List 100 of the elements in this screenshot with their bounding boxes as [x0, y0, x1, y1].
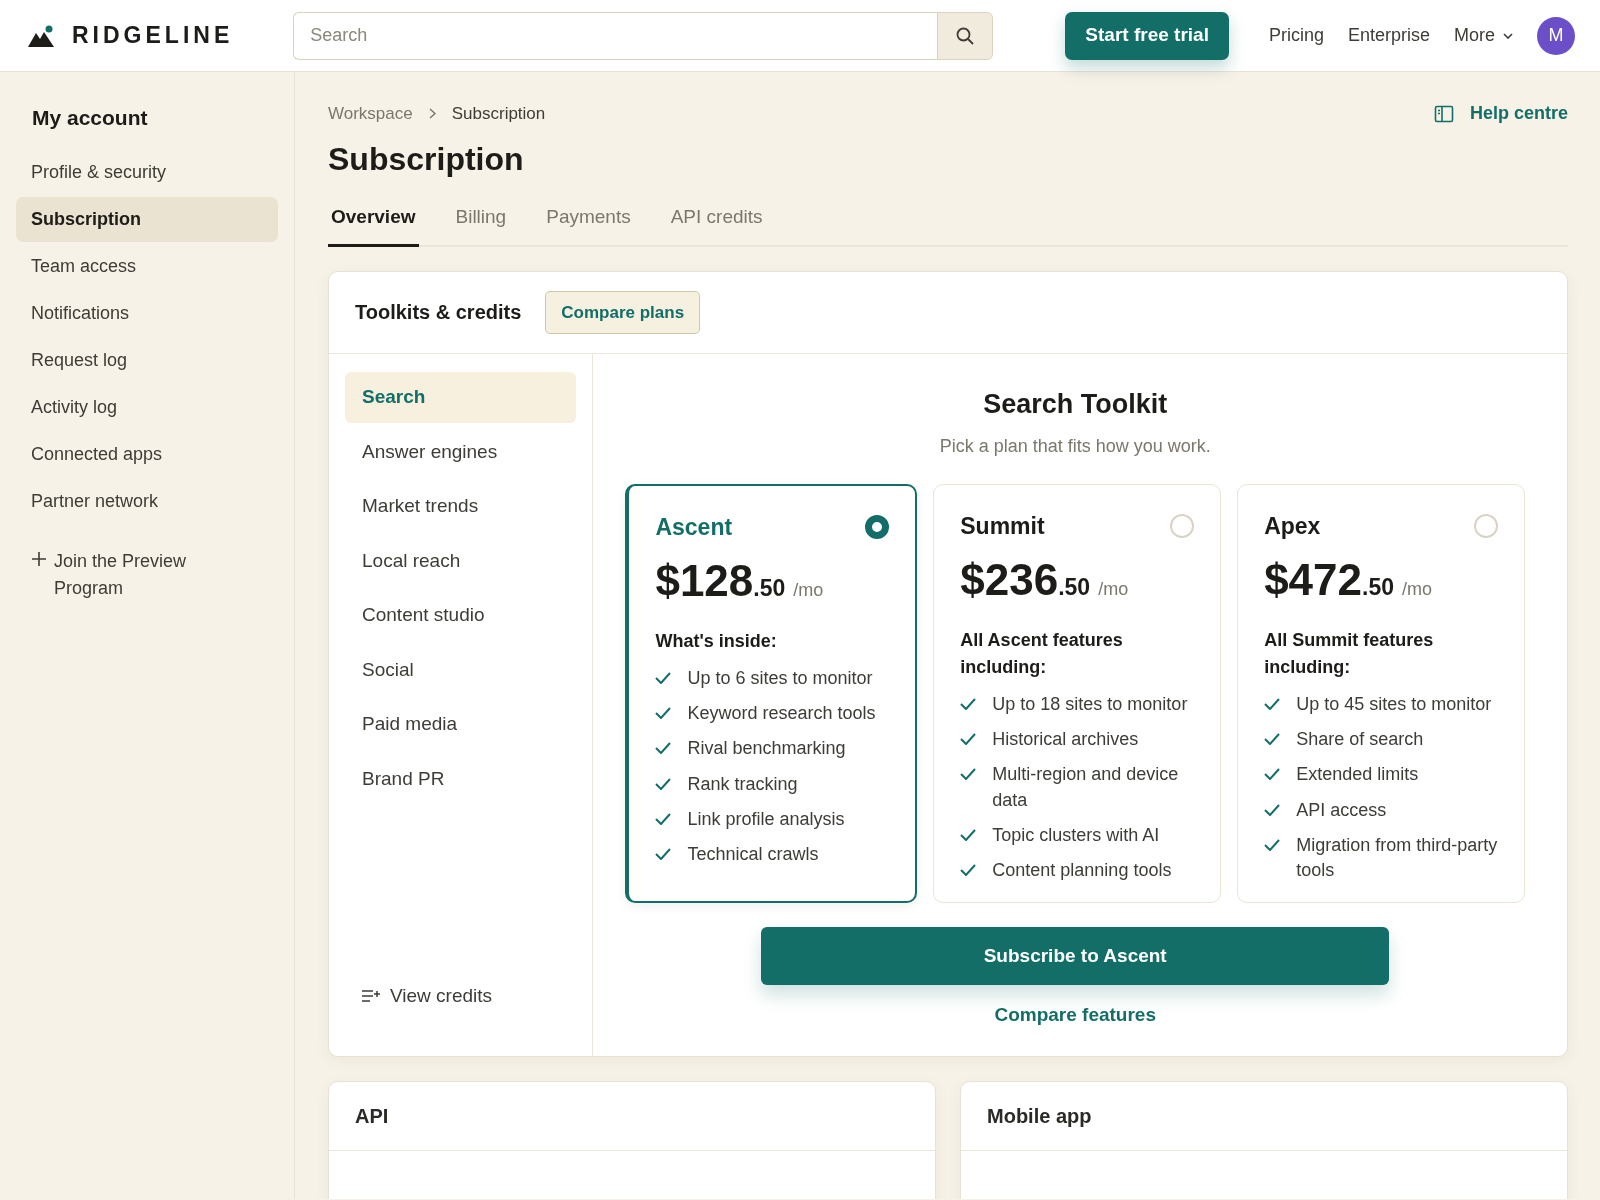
breadcrumb-link[interactable]: Workspace	[328, 100, 413, 127]
check-icon	[960, 698, 977, 710]
card-title: Toolkits & credits	[355, 300, 522, 326]
toolkit-menu-item[interactable]: Content studio	[345, 590, 577, 641]
sidebar-item[interactable]: Partner network	[16, 478, 278, 524]
check-icon	[1264, 733, 1281, 746]
check-icon	[1264, 838, 1281, 851]
brand-name: RIDGELINE	[72, 21, 234, 51]
plan-name: Summit	[960, 511, 1045, 541]
start-trial-button[interactable]: Start free trial	[1065, 11, 1229, 60]
nav-link[interactable]: Enterprise	[1347, 22, 1430, 49]
sidebar-item[interactable]: Activity log	[16, 384, 278, 430]
sidebar-item[interactable]: Connected apps	[16, 431, 278, 477]
feature-text: Historical archives	[992, 728, 1139, 752]
check-icon	[655, 742, 672, 755]
view-credits-link[interactable]: View credits	[345, 971, 577, 1022]
feature-text: Up to 6 sites to monitor	[687, 667, 873, 690]
plan-card[interactable]: Ascent $128.50 /mo What's inside: Up to 6 sites to monitor Keyword research tools Rival benchmarking Rank tracking Link profile analysis Technical crawls	[625, 483, 918, 904]
plan-card[interactable]: Apex $472.50 /mo All Summit features including: Up to 45 sites to monitor Share of search Extended limits API access Migration from third-party tools	[1237, 483, 1525, 904]
help-centre-link[interactable]: Help centre	[1433, 100, 1568, 127]
check-icon	[1264, 698, 1281, 710]
radio-button[interactable]	[865, 514, 890, 539]
check-icon	[960, 768, 977, 781]
toolkit-heading: Search Toolkit	[982, 388, 1169, 421]
search-icon	[955, 25, 976, 46]
search-button[interactable]	[937, 11, 994, 60]
card-title: API	[355, 1104, 389, 1127]
breadcrumb-current: Subscription	[451, 102, 546, 125]
feature-text: API access	[1296, 798, 1387, 822]
feature-text: Rank tracking	[687, 772, 798, 796]
user-avatar[interactable]: M	[1537, 16, 1575, 55]
feature-text: Technical crawls	[687, 842, 819, 866]
plan-price: $236	[960, 554, 1059, 606]
toolkit-menu-item[interactable]: Market trends	[345, 481, 577, 532]
plan-name: Apex	[1264, 511, 1321, 541]
check-icon	[1264, 768, 1281, 781]
toolkit-menu-item[interactable]: Search	[345, 372, 577, 423]
tab[interactable]: API credits	[667, 195, 766, 247]
tab[interactable]: Billing	[452, 195, 510, 247]
price-period: /mo	[793, 579, 824, 602]
toolkit-subtitle: Pick a plan that fits how you work.	[938, 434, 1212, 458]
check-icon	[655, 812, 672, 825]
sidebar-title: My account	[31, 105, 149, 131]
plan-card[interactable]: Summit $236.50 /mo All Ascent features including: Up to 18 sites to monitor Historical archives Multi-region and device data Topic clusters with AI Content planning tools	[933, 483, 1222, 904]
sidebar-item[interactable]: Team access	[16, 243, 278, 289]
logo-icon	[28, 24, 56, 47]
feature-text: Rival benchmarking	[687, 737, 846, 761]
tab[interactable]: Overview	[328, 195, 419, 247]
plus-icon	[32, 551, 46, 566]
subscribe-button[interactable]: Subscribe to Ascent	[761, 927, 1390, 986]
plan-price: $128	[655, 555, 754, 607]
check-icon	[655, 777, 672, 790]
chevron-icon	[428, 108, 436, 119]
sidebar-item[interactable]: Request log	[16, 337, 278, 383]
sidebar-item[interactable]: Subscription	[16, 196, 278, 242]
more-menu[interactable]: More	[1454, 22, 1513, 49]
sidebar-item[interactable]: Notifications	[16, 290, 278, 336]
features-intro: All Summit features including:	[1264, 629, 1435, 679]
check-icon	[655, 847, 672, 860]
check-icon	[960, 828, 977, 841]
feature-text: Up to 18 sites to monitor	[992, 693, 1188, 716]
toolkit-menu-item[interactable]: Local reach	[345, 535, 577, 586]
join-preview-link[interactable]: Join the Preview Program	[54, 547, 214, 602]
feature-text: Content planning tools	[992, 858, 1172, 882]
price-cents: .50	[753, 574, 786, 603]
plan-name: Ascent	[655, 512, 733, 542]
price-period: /mo	[1402, 578, 1433, 601]
toolkit-menu-item[interactable]: Social	[345, 644, 577, 695]
compare-plans-button[interactable]: Compare plans	[545, 290, 701, 334]
feature-text: Extended limits	[1296, 763, 1419, 787]
tab[interactable]: Payments	[543, 195, 634, 247]
price-cents: .50	[1058, 573, 1091, 602]
chevron-down-icon	[1503, 32, 1513, 39]
check-icon	[960, 733, 977, 746]
features-intro: All Ascent features including:	[960, 629, 1124, 679]
price-cents: .50	[1362, 573, 1394, 602]
feature-text: Share of search	[1296, 728, 1424, 752]
card-title: Mobile app	[987, 1104, 1092, 1127]
feature-text: Up to 45 sites to monitor	[1296, 693, 1492, 716]
list-add-icon	[362, 988, 382, 1005]
check-icon	[1264, 803, 1281, 816]
price-period: /mo	[1098, 578, 1129, 601]
check-icon	[655, 672, 672, 684]
features-intro: What's inside:	[655, 630, 778, 653]
nav-link[interactable]: Pricing	[1268, 22, 1324, 49]
plan-price: $472	[1264, 554, 1363, 606]
feature-text: Topic clusters with AI	[992, 823, 1160, 847]
compare-features-link[interactable]: Compare features	[994, 1004, 1156, 1026]
feature-text: Migration from third-party tools	[1296, 833, 1498, 882]
search-field[interactable]: Search	[293, 11, 938, 60]
feature-text: Keyword research tools	[687, 702, 876, 726]
toolkit-menu-item[interactable]: Paid media	[345, 699, 577, 750]
check-icon	[960, 863, 977, 876]
feature-text: Link profile analysis	[687, 807, 845, 831]
page-title: Subscription	[328, 140, 525, 179]
check-icon	[655, 707, 672, 720]
toolkit-menu-item[interactable]: Answer engines	[345, 426, 577, 477]
feature-text: Multi-region and device data	[992, 763, 1180, 812]
toolkit-menu-item[interactable]: Brand PR	[345, 753, 577, 804]
sidebar-item[interactable]: Profile & security	[16, 149, 278, 195]
